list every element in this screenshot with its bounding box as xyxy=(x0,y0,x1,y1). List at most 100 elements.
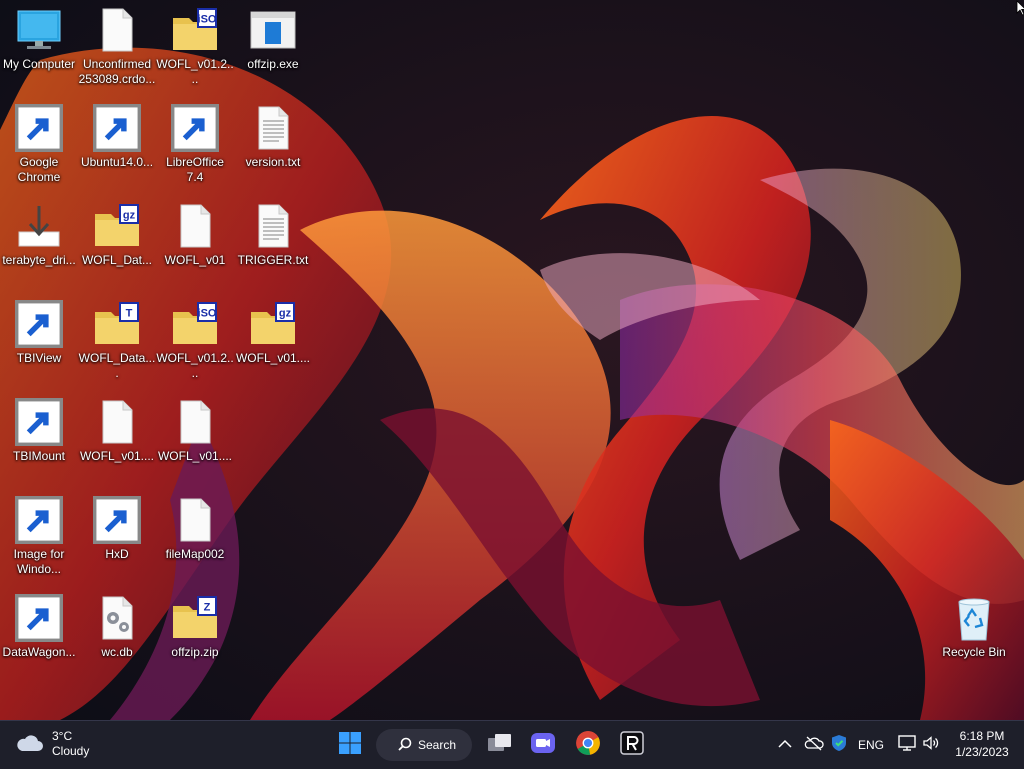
desktop-icon[interactable]: offzip.exe xyxy=(234,0,312,92)
libreoffice-icon xyxy=(171,104,219,152)
desktop-icon[interactable]: My Computer xyxy=(0,0,78,92)
desktop-icon-label: TRIGGER.txt xyxy=(237,253,309,267)
desktop-icon[interactable]: WOFL_v01.... xyxy=(156,392,234,484)
text-file-icon xyxy=(249,202,297,250)
desktop-icon[interactable]: TBIView xyxy=(0,294,78,386)
desktop: My Computer Unconfirmed 253089.crdo... iSO… xyxy=(0,0,1024,720)
chrome-taskbar-button[interactable] xyxy=(572,729,604,761)
desktop-icon[interactable]: Image for Windo... xyxy=(0,490,78,582)
desktop-icon-label: My Computer xyxy=(2,57,76,71)
desktop-icon[interactable]: Recycle Bin xyxy=(935,588,1013,680)
file-icon xyxy=(93,398,141,446)
desktop-icon-label: Ubuntu14.0... xyxy=(80,155,154,169)
file-icon xyxy=(171,496,219,544)
desktop-icon[interactable]: Unconfirmed 253089.crdo... xyxy=(78,0,156,92)
image-for-windows-icon xyxy=(15,496,63,544)
clock-time: 6:18 PM xyxy=(959,729,1005,743)
task-view-icon xyxy=(487,732,513,759)
desktop-icon[interactable]: gz WOFL_Dat... xyxy=(78,196,156,288)
r-app-button[interactable] xyxy=(616,729,648,761)
desktop-icon-label: WOFL_Dat... xyxy=(81,253,152,267)
desktop-icon[interactable]: TBI Ubuntu14.0... xyxy=(78,98,156,190)
desktop-icon[interactable]: Zoffzip.zip xyxy=(156,588,234,680)
weather-widget[interactable]: 3°C Cloudy xyxy=(14,729,89,759)
desktop-icon-label: WOFL_v01.... xyxy=(157,449,233,463)
network-icon[interactable] xyxy=(898,734,918,756)
desktop-icon-label: offzip.exe xyxy=(247,57,299,71)
onedrive-offline-icon[interactable] xyxy=(804,735,824,756)
desktop-icon-label: WOFL_v01.2.... xyxy=(156,57,234,86)
download-icon xyxy=(15,202,63,250)
desktop-icon-label: WOFL_v01.2.... xyxy=(156,351,234,380)
meet-icon xyxy=(530,731,556,760)
tbimount-icon xyxy=(15,398,63,446)
desktop-icon[interactable]: WOFL_v01.... xyxy=(78,392,156,484)
desktop-icon[interactable]: iSO WOFL_v01.2.... xyxy=(156,294,234,386)
gz-archive-icon: gz xyxy=(249,300,297,348)
iso-archive-icon: iSO xyxy=(171,300,219,348)
start-button[interactable] xyxy=(334,729,366,761)
desktop-icon[interactable]: terabyte_dri... xyxy=(0,196,78,288)
file-icon xyxy=(93,6,141,54)
chevron-up-icon[interactable] xyxy=(778,736,796,754)
windows-logo-icon xyxy=(338,731,362,760)
volume-icon[interactable] xyxy=(922,735,940,756)
tbiview-icon xyxy=(15,300,63,348)
file-icon xyxy=(171,398,219,446)
desktop-icon-label: wc.db xyxy=(101,645,133,659)
desktop-icon[interactable]: version.txt xyxy=(234,98,312,190)
meet-button[interactable] xyxy=(527,729,559,761)
r-app-icon xyxy=(620,730,644,760)
language-indicator[interactable]: ENG xyxy=(858,721,884,769)
desktop-icon[interactable]: gz WOFL_v01.... xyxy=(234,294,312,386)
hxd-icon: HxD xyxy=(93,496,141,544)
desktop-icon[interactable]: TRIGGER.txt xyxy=(234,196,312,288)
desktop-icon-label: WOFL_v01.... xyxy=(79,449,155,463)
desktop-icon-label: Google Chrome xyxy=(17,155,61,184)
settings-file-icon xyxy=(93,594,141,642)
desktop-icon[interactable]: TBIMount xyxy=(0,392,78,484)
desktop-icon-label: terabyte_dri... xyxy=(2,253,76,267)
desktop-icon-label: version.txt xyxy=(245,155,301,169)
desktop-icon-label: DataWagon... xyxy=(2,645,76,659)
search-icon xyxy=(398,737,412,754)
desktop-icon-label: TBIView xyxy=(16,351,62,365)
svg-text:iSO: iSO xyxy=(198,14,217,26)
chrome-icon xyxy=(575,730,601,761)
zip-archive-icon: Z xyxy=(171,594,219,642)
desktop-icon[interactable]: iSO WOFL_v01.2.... xyxy=(156,0,234,92)
desktop-icon[interactable]: DataWagon... xyxy=(0,588,78,680)
desktop-icon-label: LibreOffice 7.4 xyxy=(166,155,224,184)
iso-archive-icon: iSO xyxy=(171,6,219,54)
desktop-icon-label: Unconfirmed 253089.crdo... xyxy=(78,57,156,86)
task-view-button[interactable] xyxy=(484,729,516,761)
desktop-icon-label: WOFL_Data.... xyxy=(78,351,156,380)
clock[interactable]: 6:18 PM 1/23/2023 xyxy=(944,728,1020,760)
desktop-icon[interactable]: T WOFL_Data.... xyxy=(78,294,156,386)
desktop-icon[interactable]: LibreOffice 7.4 xyxy=(156,98,234,190)
taskbar-search[interactable]: Search xyxy=(376,729,472,761)
taskbar: 3°C Cloudy Search ENG 6:18 PM 1/23/2023 xyxy=(0,720,1024,769)
search-label: Search xyxy=(418,738,457,752)
desktop-icon-label: fileMap002 xyxy=(165,547,225,561)
desktop-icon[interactable]: fileMap002 xyxy=(156,490,234,582)
datawagon-icon xyxy=(15,594,63,642)
svg-text:gz: gz xyxy=(123,210,136,222)
desktop-icon[interactable]: wc.db xyxy=(78,588,156,680)
desktop-icon-label: TBIMount xyxy=(12,449,66,463)
desktop-icon[interactable]: WOFL_v01 xyxy=(156,196,234,288)
svg-text:Z: Z xyxy=(204,602,211,614)
desktop-icon-label: WOFL_v01 xyxy=(164,253,226,267)
svg-text:T: T xyxy=(126,308,133,320)
t-archive-icon: T xyxy=(93,300,141,348)
exe-icon xyxy=(249,6,297,54)
gz-archive-icon: gz xyxy=(93,202,141,250)
mouse-cursor-icon xyxy=(1016,0,1024,16)
desktop-icon[interactable]: Google Chrome xyxy=(0,98,78,190)
svg-text:iSO: iSO xyxy=(198,308,217,320)
weather-temp: 3°C xyxy=(52,729,73,743)
windows-security-icon[interactable] xyxy=(830,734,848,757)
tbi-image-icon: TBI xyxy=(93,104,141,152)
desktop-icon[interactable]: HxD HxD xyxy=(78,490,156,582)
desktop-icon-label: WOFL_v01.... xyxy=(235,351,311,365)
